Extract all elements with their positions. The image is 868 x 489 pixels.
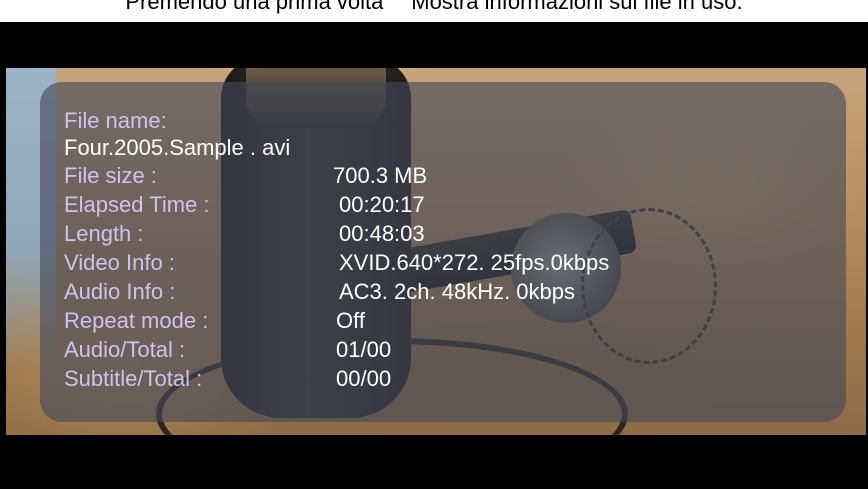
subtitle-total-label: Subtitle/Total : [64,367,202,391]
audio-info-value: AC3. 2ch. 48kHz. 0kbps [339,279,576,304]
subtitle-total-label-text: Subtitle/Total : [64,366,203,391]
repeat-mode-label-text: Repeat mode : [64,308,209,333]
elapsed-time-value: 00:20:17 [339,192,425,217]
audio-total-label: Audio/Total : [64,338,185,362]
file-size-value: 700.3 MB [333,163,428,188]
audio-info-label: Audio Info : [64,280,175,304]
file-size-label-text: File size : [64,163,157,188]
letterbox-bottom [0,435,868,489]
file-size-label: File size : [64,164,157,188]
length-label-text: Length : [64,221,144,246]
audio-info-label-text: Audio Info : [64,279,176,304]
audio-total-value: 01/00 [336,337,392,362]
video-info-value: XVID.640*272. 25fps.0kbps [339,250,610,275]
audio-total-label-text: Audio/Total : [64,337,186,362]
subtitle-total-value: 00/00 [336,366,392,391]
file-name-value: Four.2005.Sample . avi [64,135,291,160]
video-info-label: Video Info : [64,251,175,275]
caption-text: Premendo una prima volta "" Mostra infor… [125,0,743,14]
file-name-label: File name: [64,109,167,133]
repeat-mode-value: Off [336,308,365,333]
elapsed-time-label-text: Elapsed Time : [64,192,210,217]
repeat-mode-label: Repeat mode : [64,309,208,333]
elapsed-time-label: Elapsed Time : [64,193,210,217]
video-player-screen: { "caption": "Premendo una prima volta \… [0,0,868,489]
length-value: 00:48:03 [339,221,425,246]
length-label: Length : [64,222,144,246]
file-name-label-text: File name: [64,108,167,133]
caption-bar: Premendo una prima volta "" Mostra infor… [0,0,868,22]
letterbox-top [0,22,868,68]
video-info-label-text: Video Info : [64,250,175,275]
